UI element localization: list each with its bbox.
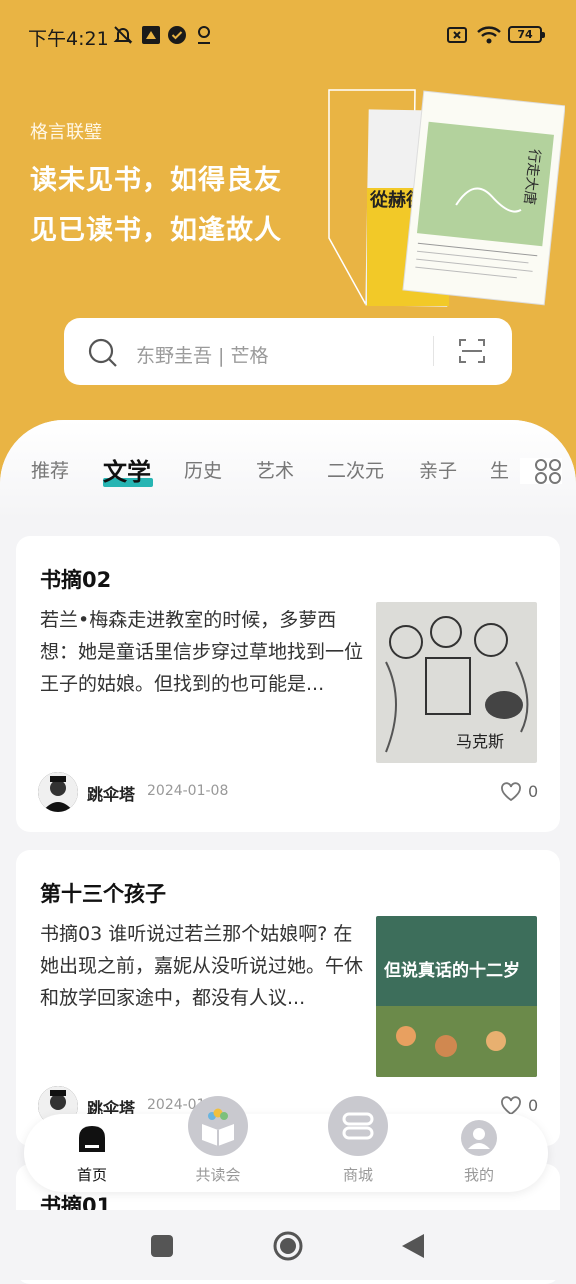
- article-excerpt: 若兰•梅森走进教室的时候，多萝西想：她是童话里信步穿过草地找到一位王子的姑娘。但…: [40, 609, 364, 695]
- heart-icon[interactable]: [500, 1096, 522, 1116]
- profile-icon: [461, 1120, 497, 1156]
- no-sim-icon: [447, 27, 467, 43]
- mute-bell-icon: [113, 26, 133, 44]
- recents-button[interactable]: [150, 1234, 174, 1258]
- search-bar[interactable]: 东野圭吾 | 芒格: [64, 318, 512, 385]
- article-thumbnail: 但说真话的十二岁: [376, 916, 537, 1077]
- home-button[interactable]: [272, 1230, 304, 1262]
- location-icon: [198, 26, 210, 44]
- heart-icon[interactable]: [500, 782, 522, 802]
- nav-reading-club-label: 共读会: [195, 1166, 241, 1184]
- home-icon: [79, 1126, 105, 1152]
- reading-club-icon: [188, 1096, 248, 1156]
- back-button[interactable]: [400, 1232, 426, 1260]
- nav-home[interactable]: 首页: [47, 1114, 137, 1192]
- article-excerpt: 书摘03 谁听说过若兰那个姑娘啊? 在她出现之前，嘉妮从没听说过她。午休和放学回…: [40, 923, 364, 1009]
- verified-icon: [168, 26, 186, 44]
- wifi-icon: [477, 26, 501, 44]
- search-divider: [433, 336, 434, 366]
- nav-profile-label: 我的: [463, 1166, 494, 1184]
- brand-label: 格言联璧: [30, 122, 102, 143]
- store-icon: [328, 1096, 388, 1156]
- status-time: 下午4:21: [28, 28, 109, 50]
- article-title: 第十三个孩子: [40, 882, 166, 906]
- nav-store[interactable]: 商城: [313, 1096, 403, 1192]
- status-bar: 下午4:21 74: [0, 0, 576, 72]
- nav-home-label: 首页: [76, 1166, 107, 1184]
- tab-recommend[interactable]: 推荐: [31, 456, 69, 483]
- thumbnail-caption: 马克斯: [456, 732, 504, 751]
- tab-life[interactable]: 生: [490, 456, 509, 483]
- nav-store-label: 商城: [342, 1166, 373, 1184]
- search-input[interactable]: 东野圭吾 | 芒格: [136, 341, 268, 368]
- like-count: 0: [528, 782, 539, 801]
- bottom-navigation: 首页 共读会 商城 我的: [24, 1096, 548, 1192]
- hero-books-illustration: 從赫德 行走大唐: [328, 89, 565, 307]
- battery-icon: 74: [508, 26, 545, 43]
- slogan-line-1: 读未见书，如得良友: [30, 165, 282, 196]
- nav-profile[interactable]: 我的: [434, 1114, 524, 1192]
- app-icon: [142, 26, 160, 44]
- article-title: 书摘02: [40, 568, 112, 592]
- slogan-line-2: 见已读书，如逢故人: [30, 215, 282, 246]
- tab-art[interactable]: 艺术: [256, 456, 294, 483]
- search-icon: [88, 338, 117, 367]
- tab-history[interactable]: 历史: [184, 456, 222, 483]
- grid-icon[interactable]: [520, 458, 562, 484]
- system-navigation-bar: [0, 1210, 576, 1280]
- thumbnail-book-title: 但说真话的十二岁: [384, 960, 520, 981]
- tab-anime[interactable]: 二次元: [327, 456, 384, 483]
- scan-icon[interactable]: [458, 337, 486, 365]
- author-name[interactable]: 跳伞塔: [87, 781, 135, 805]
- tab-literature[interactable]: 文学: [103, 452, 151, 487]
- article-card[interactable]: 第十三个孩子 书摘03 谁听说过若兰那个姑娘啊? 在她出现之前，嘉妮从没听说过她…: [16, 850, 560, 1146]
- article-card[interactable]: 书摘02 若兰•梅森走进教室的时候，多萝西想：她是童话里信步穿过草地找到一位王子…: [16, 536, 560, 832]
- like-count: 0: [528, 1096, 539, 1115]
- nav-reading-club[interactable]: 共读会: [173, 1096, 263, 1192]
- avatar[interactable]: [38, 772, 78, 812]
- post-date: 2024-01-08: [147, 783, 229, 799]
- tab-parenting[interactable]: 亲子: [419, 456, 457, 483]
- article-thumbnail: 马克斯: [376, 602, 537, 763]
